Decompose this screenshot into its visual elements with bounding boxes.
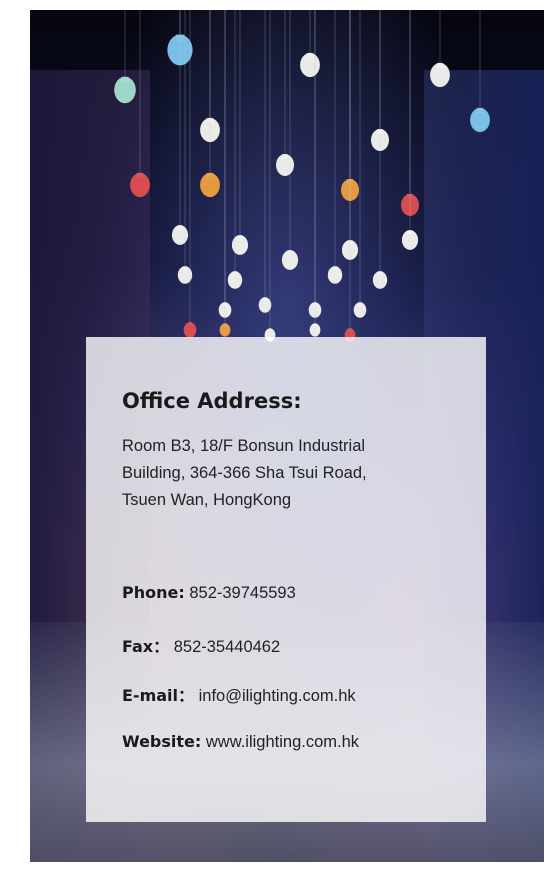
light-bulb [200, 172, 220, 198]
website-row: Website: www.ilighting.com.hk [122, 732, 359, 752]
fax-row: Fax： 852-35440462 [122, 633, 280, 657]
light-bulb [231, 235, 249, 255]
website-value[interactable]: www.ilighting.com.hk [206, 733, 359, 751]
office-address-heading: Office Address: [122, 389, 302, 413]
light-bulb [227, 271, 243, 289]
phone-label: Phone: [122, 583, 185, 602]
address-line: Room B3, 18/F Bonsun Industrial [122, 437, 366, 455]
phone-value[interactable]: 852-39745593 [189, 584, 295, 602]
light-bulb [401, 230, 419, 250]
phone-row: Phone: 852-39745593 [122, 583, 296, 603]
light-bulb [171, 225, 189, 245]
light-bulb [219, 323, 231, 337]
light-bulb [300, 52, 320, 78]
fax-label: Fax： [122, 637, 170, 656]
light-bulb [130, 172, 150, 198]
light-bulb [327, 266, 343, 284]
address-line: Tsuen Wan, HongKong [122, 491, 292, 509]
light-bulb [276, 154, 294, 176]
light-bulb [258, 297, 272, 313]
light-bulb [183, 322, 197, 338]
light-bulb [309, 323, 321, 337]
light-bulb [430, 62, 450, 88]
light-bulb [470, 107, 490, 133]
light-bulb [353, 302, 367, 318]
email-value[interactable]: info@ilighting.com.hk [199, 687, 356, 705]
email-label: E-mail： [122, 686, 195, 705]
light-bulb [372, 271, 388, 289]
email-row: E-mail： info@ilighting.com.hk [122, 682, 356, 706]
fax-value[interactable]: 852-35440462 [174, 638, 280, 656]
address-line: Building, 364-366 Sha Tsui Road, [122, 464, 367, 482]
light-bulb [281, 250, 299, 270]
address-text: Room B3, 18/F Bonsun Industrial Building… [122, 433, 462, 514]
website-label: Website: [122, 732, 202, 751]
light-bulb [114, 76, 136, 104]
